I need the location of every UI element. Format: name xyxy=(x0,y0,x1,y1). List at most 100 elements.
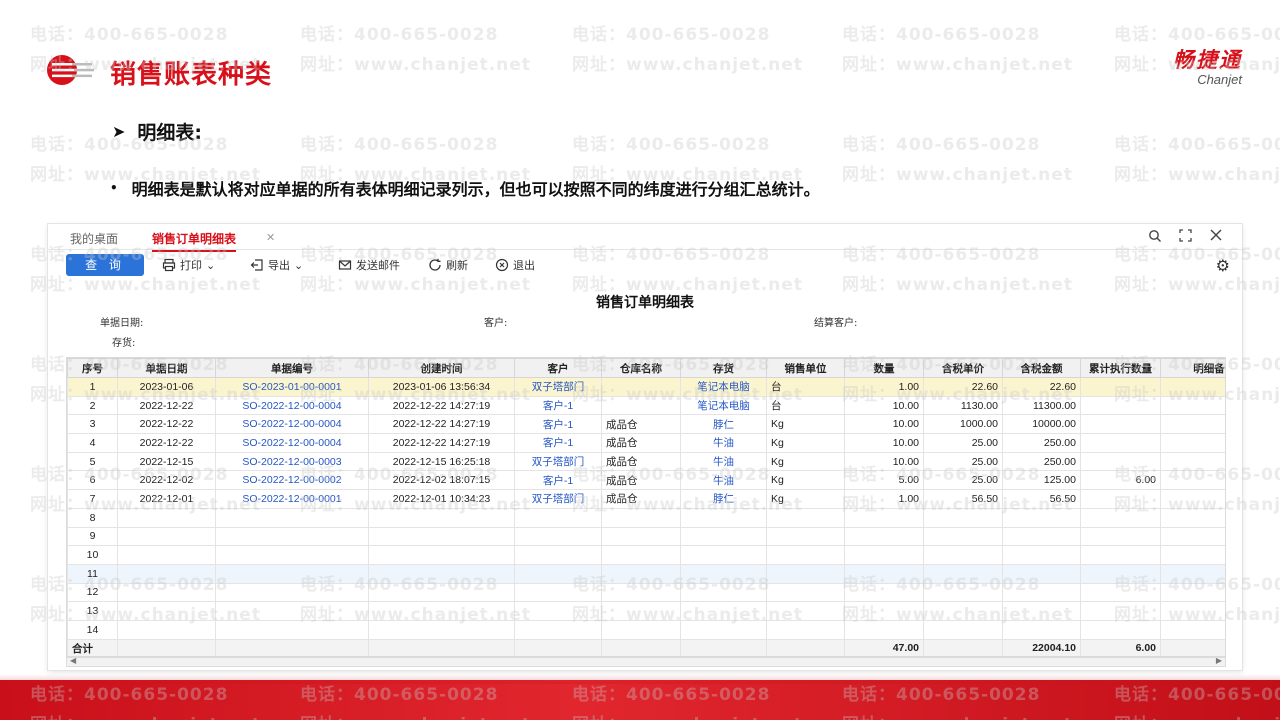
table-row[interactable]: 4 2022-12-22 SO-2022-12-00-0004 2022-12-22 … xyxy=(67,433,1225,453)
table-cell: 双子塔部门 xyxy=(514,451,602,472)
column-header[interactable]: 数量 xyxy=(844,358,924,378)
table-cell xyxy=(514,563,602,584)
table-cell xyxy=(601,507,681,528)
column-header[interactable]: 创建时间 xyxy=(368,358,515,378)
refresh-button[interactable]: 刷新 xyxy=(428,257,468,273)
table-row[interactable]: 3 2022-12-22 SO-2022-12-00-0004 2022-12-22 … xyxy=(67,414,1225,435)
gear-icon[interactable]: ⚙ xyxy=(1216,256,1230,275)
tab-close-icon[interactable]: ✕ xyxy=(266,231,275,244)
table-row[interactable]: 5 2022-12-15 SO-2022-12-00-0003 2022-12-15 … xyxy=(67,451,1225,472)
column-header[interactable]: 单据编号 xyxy=(215,358,369,378)
table-cell: 4 xyxy=(67,433,118,453)
table-cell: 2022-12-01 10:34:23 xyxy=(368,489,515,509)
column-header[interactable]: 含税金额 xyxy=(1002,358,1081,378)
table-row[interactable]: 1 2023-01-06 SO-2023-01-00-0001 2023-01-06 … xyxy=(67,377,1225,397)
table-row[interactable]: 12 xyxy=(67,582,1225,603)
table-cell xyxy=(766,545,845,565)
table-cell: 2022-12-22 xyxy=(117,414,216,435)
table-cell xyxy=(215,619,369,640)
app-window: 我的桌面 销售订单明细表 ✕ 查 询 打印 ⌄ 导出 ⌄ 发送邮件 刷新 退出 … xyxy=(48,224,1242,670)
send-mail-button[interactable]: 发送邮件 xyxy=(338,257,400,273)
column-header[interactable]: 序号 xyxy=(67,358,118,378)
table-cell xyxy=(1160,582,1225,603)
table-cell: 10.00 xyxy=(844,451,924,472)
table-row[interactable]: 14 xyxy=(67,619,1225,640)
table-cell: 56.50 xyxy=(1002,489,1081,509)
column-header[interactable]: 存货 xyxy=(680,358,767,378)
table-cell: 10.00 xyxy=(844,395,924,416)
table-cell: 25.00 xyxy=(923,451,1003,472)
total-cell xyxy=(117,638,216,656)
export-label: 导出 xyxy=(268,259,290,272)
table-cell: 2022-12-22 xyxy=(117,433,216,453)
arrow-bullet-icon: ➤ xyxy=(112,122,126,141)
printer-icon xyxy=(162,258,176,272)
column-header[interactable]: 含税单价 xyxy=(923,358,1003,378)
table-cell xyxy=(1080,451,1161,472)
table-cell: 2022-12-22 14:27:19 xyxy=(368,414,515,435)
table-cell xyxy=(1160,601,1225,621)
search-icon[interactable] xyxy=(1148,229,1162,247)
fullscreen-icon[interactable] xyxy=(1179,229,1192,246)
table-cell xyxy=(368,582,515,603)
tab-my-desktop[interactable]: 我的桌面 xyxy=(70,230,118,247)
table-cell xyxy=(1160,433,1225,453)
table-row[interactable]: 7 2022-12-01 SO-2022-12-00-0001 2022-12-01 … xyxy=(67,489,1225,509)
close-window-icon[interactable] xyxy=(1210,229,1222,245)
table-cell xyxy=(766,507,845,528)
table-cell xyxy=(368,619,515,640)
table-cell xyxy=(1002,601,1081,621)
watermark-phone: 电话：400-665-0028 xyxy=(300,135,499,155)
table-row[interactable]: 10 xyxy=(67,545,1225,565)
brand-name-en: Chanjet xyxy=(1197,72,1242,87)
print-button[interactable]: 打印 ⌄ xyxy=(162,257,215,273)
table-cell xyxy=(1002,526,1081,547)
table-cell xyxy=(514,582,602,603)
table-row[interactable]: 2 2022-12-22 SO-2022-12-00-0004 2022-12-22 … xyxy=(67,395,1225,416)
query-button[interactable]: 查 询 xyxy=(66,254,144,276)
table-cell xyxy=(680,545,767,565)
filter-doc-date: 单据日期: xyxy=(100,318,144,329)
table-row[interactable]: 8 xyxy=(67,507,1225,528)
table-cell xyxy=(1160,507,1225,528)
table-row[interactable]: 6 2022-12-02 SO-2022-12-00-0002 2022-12-02 … xyxy=(67,470,1225,491)
total-cell: 合计 xyxy=(67,638,118,656)
column-header[interactable]: 明细备 xyxy=(1160,358,1225,378)
table-cell xyxy=(1002,619,1081,640)
table-cell xyxy=(1160,395,1225,416)
table-cell: SO-2022-12-00-0004 xyxy=(215,395,369,416)
export-button[interactable]: 导出 ⌄ xyxy=(250,257,303,273)
table-cell: 客户-1 xyxy=(514,433,602,453)
table-cell xyxy=(117,582,216,603)
table-cell xyxy=(923,545,1003,565)
table-cell xyxy=(215,582,369,603)
table-cell xyxy=(215,563,369,584)
brand-name-cn: 畅捷通 xyxy=(1173,48,1242,72)
table-cell xyxy=(1160,526,1225,547)
tab-sales-order-detail[interactable]: 销售订单明细表 xyxy=(152,230,237,252)
scroll-right-icon[interactable]: ▶ xyxy=(1216,656,1222,665)
column-header[interactable]: 销售单位 xyxy=(766,358,845,378)
table-cell: 10 xyxy=(67,545,118,565)
column-header[interactable]: 仓库名称 xyxy=(601,358,681,378)
table-cell xyxy=(1080,433,1161,453)
total-cell xyxy=(368,638,515,656)
table-cell: 7 xyxy=(67,489,118,509)
column-header[interactable]: 累计执行数量 xyxy=(1080,358,1161,378)
table-cell xyxy=(1002,507,1081,528)
table-cell: 2022-12-02 18:07:15 xyxy=(368,470,515,491)
table-cell: 2022-12-22 xyxy=(117,395,216,416)
filter-stock: 存货: xyxy=(112,338,136,349)
exit-button[interactable]: 退出 xyxy=(495,257,535,273)
table-row[interactable]: 11 xyxy=(67,563,1225,584)
column-header[interactable]: 单据日期 xyxy=(117,358,216,378)
table-row[interactable]: 9 xyxy=(67,526,1225,547)
scroll-left-icon[interactable]: ◀ xyxy=(70,656,76,665)
horizontal-scrollbar[interactable]: ◀ ▶ xyxy=(66,656,1226,667)
column-header[interactable]: 客户 xyxy=(514,358,602,378)
table-cell: 11300.00 xyxy=(1002,395,1081,416)
filter-customer: 客户: xyxy=(484,318,508,329)
watermark-site: 网址：www.chanjet.net xyxy=(842,55,1073,75)
section-heading: ➤ 明细表: xyxy=(112,118,202,145)
table-row[interactable]: 13 xyxy=(67,601,1225,621)
